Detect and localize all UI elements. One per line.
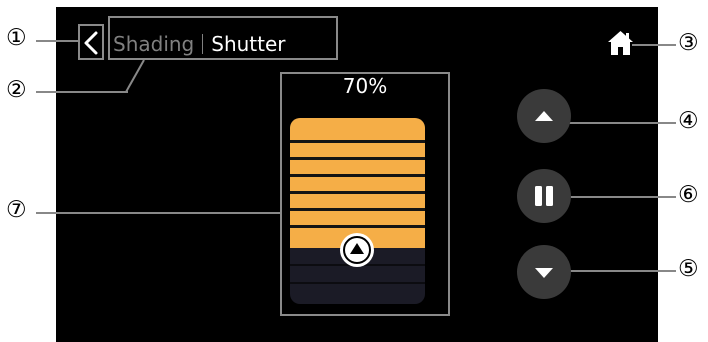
callout-1: ① (6, 25, 27, 51)
breadcrumb-shutter: Shutter (211, 32, 286, 56)
callout-4: ④ (678, 108, 699, 134)
shutter-slat (290, 160, 425, 174)
up-triangle-icon (535, 111, 553, 121)
pause-icon (535, 186, 553, 206)
leader-diag-2 (125, 59, 145, 93)
callout-3: ③ (678, 30, 699, 56)
home-button[interactable] (607, 30, 634, 56)
callout-7: ⑦ (6, 197, 27, 223)
pause-button[interactable] (517, 169, 571, 223)
shutter-drag-handle[interactable] (340, 233, 374, 267)
back-chevron-icon (84, 31, 98, 55)
close-down-button[interactable] (517, 245, 571, 299)
breadcrumb-separator (202, 34, 204, 54)
open-percentage: 70% (342, 74, 388, 98)
knob-up-icon (343, 236, 371, 264)
callout-5: ⑤ (678, 256, 699, 282)
back-button[interactable] (81, 29, 101, 57)
breadcrumb-shading[interactable]: Shading (113, 32, 194, 56)
callout-2: ② (6, 77, 27, 103)
leader-line-2 (36, 91, 128, 93)
breadcrumb: Shading Shutter (113, 29, 286, 59)
open-up-button[interactable] (517, 89, 571, 143)
leader-line-7 (36, 212, 282, 214)
shutter-slat (290, 118, 425, 140)
leader-line-3 (632, 44, 676, 46)
shutter-slat (290, 143, 425, 157)
shutter-slat (290, 211, 425, 225)
callout-6: ⑥ (678, 182, 699, 208)
leader-line-1 (36, 40, 78, 42)
shutter-slat (290, 194, 425, 208)
down-triangle-icon (535, 268, 553, 278)
slat-gap (290, 282, 425, 284)
home-icon (608, 31, 633, 55)
shutter-slat (290, 177, 425, 191)
shutter-visual[interactable] (290, 118, 425, 304)
